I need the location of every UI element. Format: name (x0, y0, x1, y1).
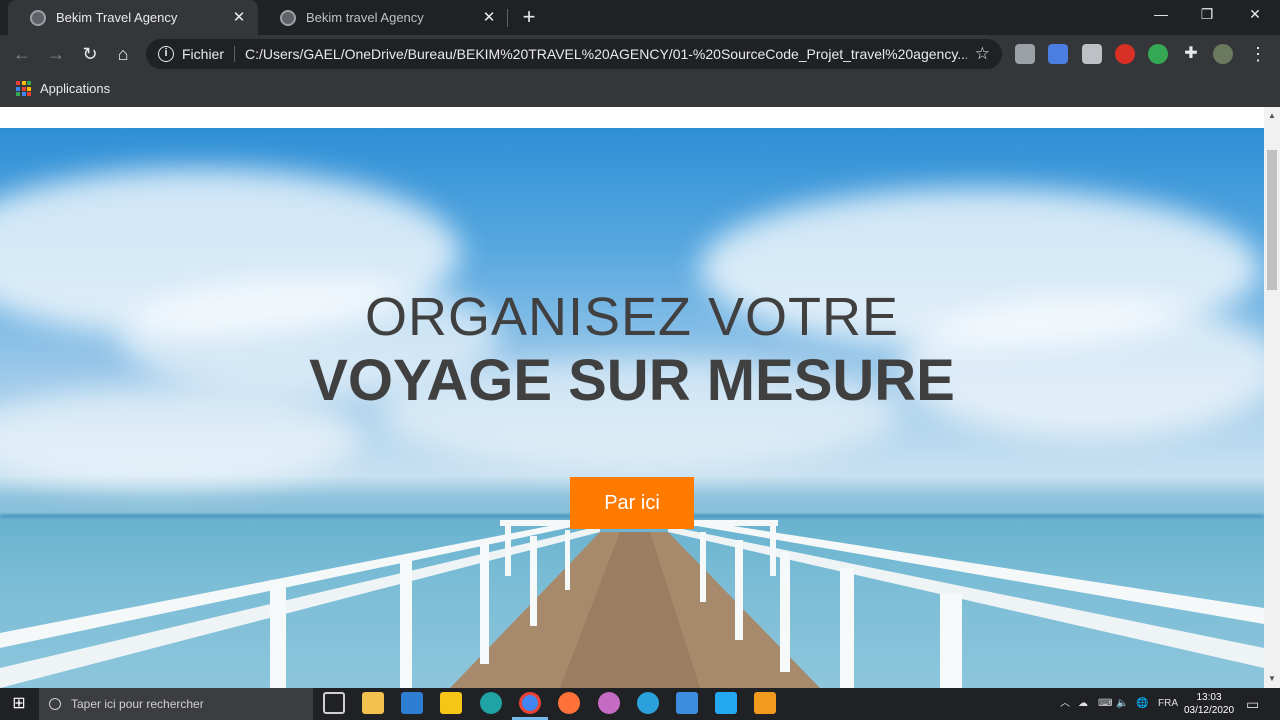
chrome-icon[interactable] (519, 692, 541, 714)
address-scheme: Fichier (182, 46, 225, 62)
close-window-button[interactable]: ✕ (1232, 0, 1278, 30)
home-button[interactable]: ⌂ (109, 40, 137, 68)
apps-bookmark[interactable]: Applications (16, 81, 110, 96)
hero-heading-line2: VOYAGE SUR MESURE (309, 348, 955, 413)
show-hidden-icons-chevron-icon[interactable]: ︿ (1060, 688, 1070, 720)
telegram-icon[interactable] (637, 692, 659, 714)
taskbar-clock[interactable]: 13:03 03/12/2020 (1180, 691, 1238, 717)
hero-banner: ORGANISEZ VOTRE VOYAGE SUR MESURE Par ic… (0, 128, 1264, 688)
hero-heading-line1: ORGANISEZ VOTRE (364, 287, 900, 347)
windows-taskbar: ⊞ Taper ici pour rechercher ︿ ☁ ⌨ 🔈 🌐 FR… (0, 688, 1280, 720)
close-tab-icon[interactable]: ✕ (230, 9, 248, 27)
clock-time: 13:03 (1196, 692, 1222, 703)
mail-extension-icon[interactable] (1082, 44, 1102, 64)
sublime-text-icon[interactable] (754, 692, 776, 714)
notification-center-icon[interactable]: ▭ (1246, 688, 1259, 720)
page-scrollbar[interactable]: ▲ ▼ (1264, 107, 1280, 688)
volume-icon[interactable]: 🔈 (1116, 688, 1128, 720)
puzzle-extensions-icon[interactable]: ✚ (1181, 44, 1201, 64)
address-url[interactable]: C:/Users/GAEL/OneDrive/Bureau/BEKIM%20TR… (245, 46, 967, 62)
restore-button[interactable]: ❐ (1184, 0, 1230, 30)
apps-grid-icon (16, 81, 31, 96)
vscode-icon[interactable] (715, 692, 737, 714)
mail-icon[interactable] (401, 692, 423, 714)
globe-icon (30, 9, 46, 26)
tab-strip: Bekim Travel Agency ✕ Bekim travel Agenc… (0, 0, 1280, 35)
taskbar-search-placeholder: Taper ici pour rechercher (71, 697, 204, 711)
notepad-icon[interactable] (676, 692, 698, 714)
reload-button[interactable]: ↻ (76, 40, 104, 68)
windows-start-icon[interactable]: ⊞ (0, 688, 38, 720)
tab-title: Bekim Travel Agency (56, 10, 178, 25)
globe-icon (280, 9, 296, 26)
search-icon (49, 698, 61, 710)
new-tab-button[interactable]: + (516, 5, 542, 31)
browser-toolbar: ← → ↻ ⌂ i Fichier C:/Users/GAEL/OneDrive… (0, 35, 1280, 73)
globe-network-icon[interactable]: 🌐 (1136, 688, 1148, 720)
camera-extension-icon[interactable] (1015, 44, 1035, 64)
scroll-up-arrow-icon[interactable]: ▲ (1264, 109, 1280, 123)
translate-extension-icon[interactable] (1048, 44, 1068, 64)
profile-avatar[interactable] (1213, 44, 1233, 64)
address-divider (234, 46, 236, 62)
scroll-down-arrow-icon[interactable]: ▼ (1264, 672, 1280, 686)
tab-bekim-travel-agency-2[interactable]: Bekim travel Agency ✕ (258, 0, 508, 35)
mega-extension-icon[interactable] (1115, 44, 1135, 64)
language-indicator[interactable]: FRA (1158, 688, 1178, 720)
back-button[interactable]: ← (8, 40, 36, 68)
bookmarks-bar: Applications (0, 73, 1280, 107)
more-menu-icon[interactable]: ⋮ (1244, 40, 1272, 68)
scroll-thumb[interactable] (1267, 150, 1277, 290)
paint-icon[interactable] (598, 692, 620, 714)
info-icon[interactable]: i (158, 46, 174, 62)
tab-bekim-travel-agency[interactable]: Bekim Travel Agency ✕ (8, 0, 258, 35)
page-viewport: ORGANISEZ VOTRE VOYAGE SUR MESURE Par ic… (0, 107, 1264, 688)
network-cloud-icon[interactable]: ☁ (1078, 688, 1088, 720)
file-explorer-icon[interactable] (440, 692, 462, 714)
firefox-icon[interactable] (558, 692, 580, 714)
forward-button[interactable]: → (42, 40, 70, 68)
task-view-icon[interactable] (323, 692, 345, 714)
hero-heading: ORGANISEZ VOTRE VOYAGE SUR MESURE (0, 285, 1264, 413)
tab-separator (507, 9, 508, 27)
tab-title: Bekim travel Agency (306, 10, 424, 25)
bookmark-star-icon[interactable]: ☆ (975, 44, 990, 64)
apps-label: Applications (40, 81, 111, 96)
minimize-button[interactable]: — (1138, 0, 1184, 30)
close-tab-icon[interactable]: ✕ (480, 9, 498, 27)
ime-icon[interactable]: ⌨ (1098, 688, 1112, 720)
clock-date: 03/12/2020 (1183, 705, 1235, 716)
taskbar-search[interactable]: Taper ici pour rechercher (39, 688, 313, 720)
edge-icon[interactable] (480, 692, 502, 714)
chrome-extension-icon[interactable] (1148, 44, 1168, 64)
par-ici-button[interactable]: Par ici (570, 477, 694, 529)
store-icon[interactable] (362, 692, 384, 714)
address-bar[interactable]: i Fichier C:/Users/GAEL/OneDrive/Bureau/… (146, 39, 1002, 69)
